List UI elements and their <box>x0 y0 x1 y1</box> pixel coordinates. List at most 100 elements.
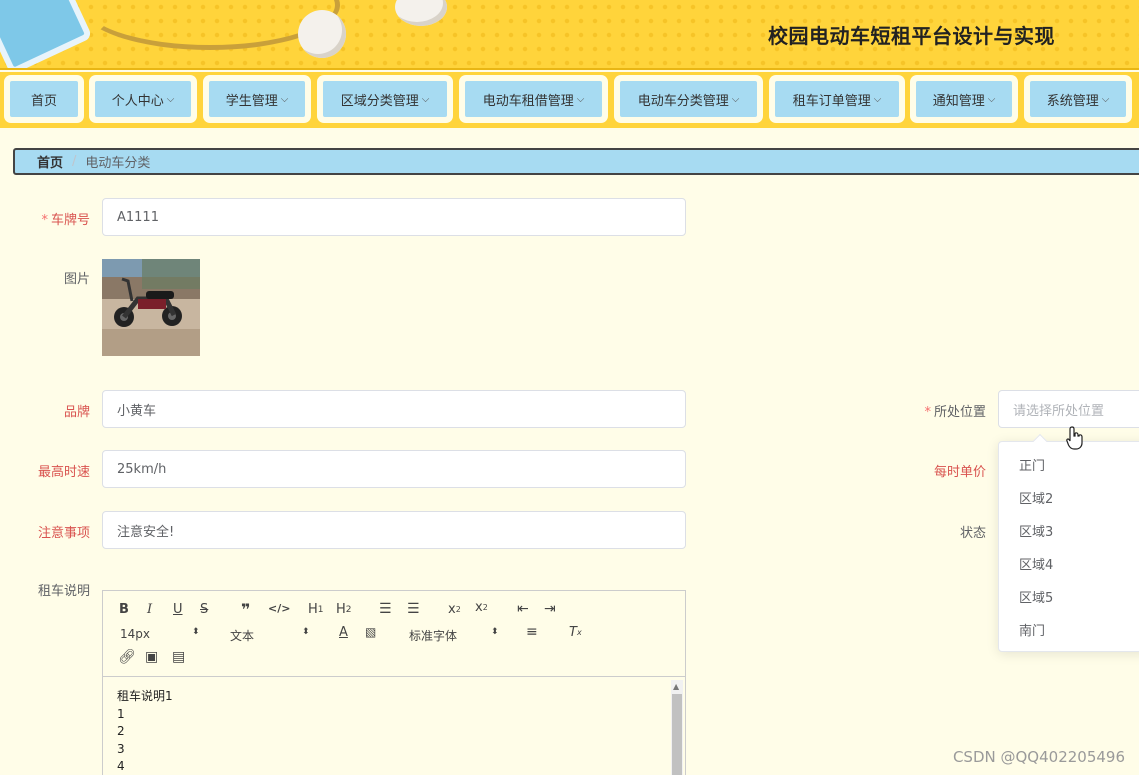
chevron-down-icon: ⌵ <box>576 93 585 105</box>
brand-value: 小黄车 <box>117 403 157 419</box>
status-label: 状态 <box>959 526 986 541</box>
subscript-icon[interactable]: x2 <box>448 602 461 617</box>
dropdown-arrow <box>1032 433 1048 449</box>
plate-input[interactable]: A1111 <box>102 198 686 236</box>
chevron-down-icon: ⌵ <box>731 93 740 105</box>
heading1-icon[interactable]: H1 <box>308 602 324 617</box>
location-option[interactable]: 区域2 <box>999 481 1139 514</box>
nav-item-personal-center[interactable]: 个人中心 ⌵ <box>89 75 197 123</box>
nav-item-ebike-category[interactable]: 电动车分类管理 ⌵ <box>614 75 763 123</box>
nav-item-student-management[interactable]: 学生管理 ⌵ <box>203 75 311 123</box>
nav-item-label: 电动车分类管理 <box>637 93 729 109</box>
location-option[interactable]: 正门 <box>999 448 1139 481</box>
location-select[interactable]: 请选择所处位置 <box>998 390 1139 428</box>
required-star: * <box>41 213 48 228</box>
updown-icon: ⬍ <box>302 627 310 637</box>
font-color-icon[interactable]: A <box>339 625 348 640</box>
outdent-icon[interactable]: ⇤ <box>517 601 529 617</box>
breadcrumb-current: 电动车分类 <box>85 156 151 171</box>
nav-item-label: 租车订单管理 <box>792 93 871 109</box>
notice-input[interactable]: 注意安全! <box>102 511 686 549</box>
description-label: 租车说明 <box>37 584 90 599</box>
code-icon[interactable]: </> <box>268 602 290 615</box>
text-style-value: 文本 <box>230 629 255 643</box>
speed-label: 最高时速 <box>37 465 90 480</box>
notice-value: 注意安全! <box>117 524 175 540</box>
speed-input[interactable]: 25km/h <box>102 450 686 488</box>
brand-label: 品牌 <box>63 405 90 420</box>
plate-label: * 车牌号 <box>0 209 90 228</box>
nav-item-label: 电动车租借管理 <box>482 93 574 109</box>
link-icon[interactable]: 🔗︎ <box>118 649 136 665</box>
rich-text-editor[interactable]: B I U S ❞ </> H1 H2 ☰ ☰ x2 x2 ⇤ ⇥ 14px ⬍… <box>102 590 686 775</box>
video-icon[interactable]: ▤ <box>172 649 185 665</box>
editor-content[interactable]: 租车说明1 1 2 3 4 <box>103 678 673 775</box>
font-size-select[interactable]: 14px ⬍ <box>120 627 202 643</box>
chevron-down-icon: ⌵ <box>873 93 882 105</box>
editor-line: 2 <box>117 724 125 738</box>
nav-item-label: 个人中心 <box>111 93 164 109</box>
heading2-icon[interactable]: H2 <box>336 602 352 617</box>
location-option[interactable]: 区域5 <box>999 580 1139 613</box>
hand-cursor-icon <box>1066 426 1083 450</box>
italic-icon[interactable]: I <box>147 602 152 617</box>
strikethrough-icon[interactable]: S <box>200 602 208 617</box>
plate-value: A1111 <box>117 209 159 225</box>
bullet-list-icon[interactable]: ☰ <box>407 601 420 617</box>
location-placeholder: 请选择所处位置 <box>1013 403 1105 419</box>
top-nav: 首页 个人中心 ⌵ 学生管理 ⌵ 区域分类管理 ⌵ 电动车租借管理 ⌵ 电动车分类管理 ⌵… <box>0 72 1139 128</box>
speed-value: 25km/h <box>117 461 167 477</box>
location-dropdown: 正门 区域2 区域3 区域4 区域5 南门 <box>998 433 1139 652</box>
editor-line: 3 <box>117 741 125 756</box>
image-icon[interactable]: ▣ <box>145 649 158 665</box>
scrollbar-thumb[interactable] <box>672 694 682 775</box>
font-family-select[interactable]: 标准字体 ⬍ <box>409 627 501 643</box>
updown-icon: ⬍ <box>491 627 499 637</box>
clear-format-icon[interactable]: Tx <box>569 625 582 640</box>
nav-item-rental-orders[interactable]: 租车订单管理 ⌵ <box>769 75 905 123</box>
watermark: CSDN @QQ402205496 <box>952 748 1125 766</box>
scroll-up-icon[interactable]: ▲ <box>673 682 679 691</box>
location-option[interactable]: 区域4 <box>999 547 1139 580</box>
font-size-value: 14px <box>120 627 150 641</box>
editor-toolbar: B I U S ❞ </> H1 H2 ☰ ☰ x2 x2 ⇤ ⇥ 14px ⬍… <box>103 591 685 677</box>
indent-icon[interactable]: ⇥ <box>544 601 556 617</box>
nav-item-label: 系统管理 <box>1046 93 1099 109</box>
nav-item-home[interactable]: 首页 <box>4 75 84 123</box>
editor-line: 租车说明1 <box>117 689 173 703</box>
nav-item-ebike-rental[interactable]: 电动车租借管理 ⌵ <box>459 75 608 123</box>
site-title: 校园电动车短租平台设计与实现 <box>768 24 1055 48</box>
chevron-down-icon: ⌵ <box>987 93 996 105</box>
bold-icon[interactable]: B <box>119 602 129 617</box>
nav-item-label: 学生管理 <box>225 93 278 109</box>
notice-label: 注意事项 <box>37 526 90 541</box>
ordered-list-icon[interactable]: ☰ <box>379 601 392 617</box>
earbud-illustration <box>298 10 346 58</box>
nav-item-label: 区域分类管理 <box>340 93 419 109</box>
required-star: * <box>924 405 931 420</box>
chevron-down-icon: ⌵ <box>421 93 430 105</box>
editor-line: 4 <box>117 759 125 773</box>
ebike-photo[interactable] <box>102 259 200 356</box>
nav-item-label: 首页 <box>30 93 57 109</box>
editor-scrollbar[interactable]: ▲ <box>671 680 683 775</box>
underline-icon[interactable]: U <box>173 602 183 617</box>
align-icon[interactable]: ≡ <box>526 624 538 640</box>
chevron-down-icon: ⌵ <box>166 93 175 105</box>
text-style-select[interactable]: 文本 ⬍ <box>230 627 312 643</box>
nav-item-system[interactable]: 系统管理 ⌵ <box>1024 75 1132 123</box>
blockquote-icon[interactable]: ❞ <box>241 600 250 619</box>
location-option[interactable]: 区域3 <box>999 514 1139 547</box>
nav-item-notifications[interactable]: 通知管理 ⌵ <box>910 75 1018 123</box>
superscript-icon[interactable]: x2 <box>475 600 488 615</box>
updown-icon: ⬍ <box>192 627 200 637</box>
chevron-down-icon: ⌵ <box>280 93 289 105</box>
price-label: 每时单价 <box>933 465 986 480</box>
image-label: 图片 <box>63 272 90 287</box>
brand-input[interactable]: 小黄车 <box>102 390 686 428</box>
background-color-icon[interactable]: ▧ <box>365 625 376 639</box>
breadcrumb-home[interactable]: 首页 <box>37 152 63 171</box>
header-banner: 校园电动车短租平台设计与实现 <box>0 0 1139 70</box>
nav-item-area-category[interactable]: 区域分类管理 ⌵ <box>317 75 453 123</box>
location-option[interactable]: 南门 <box>999 613 1139 646</box>
